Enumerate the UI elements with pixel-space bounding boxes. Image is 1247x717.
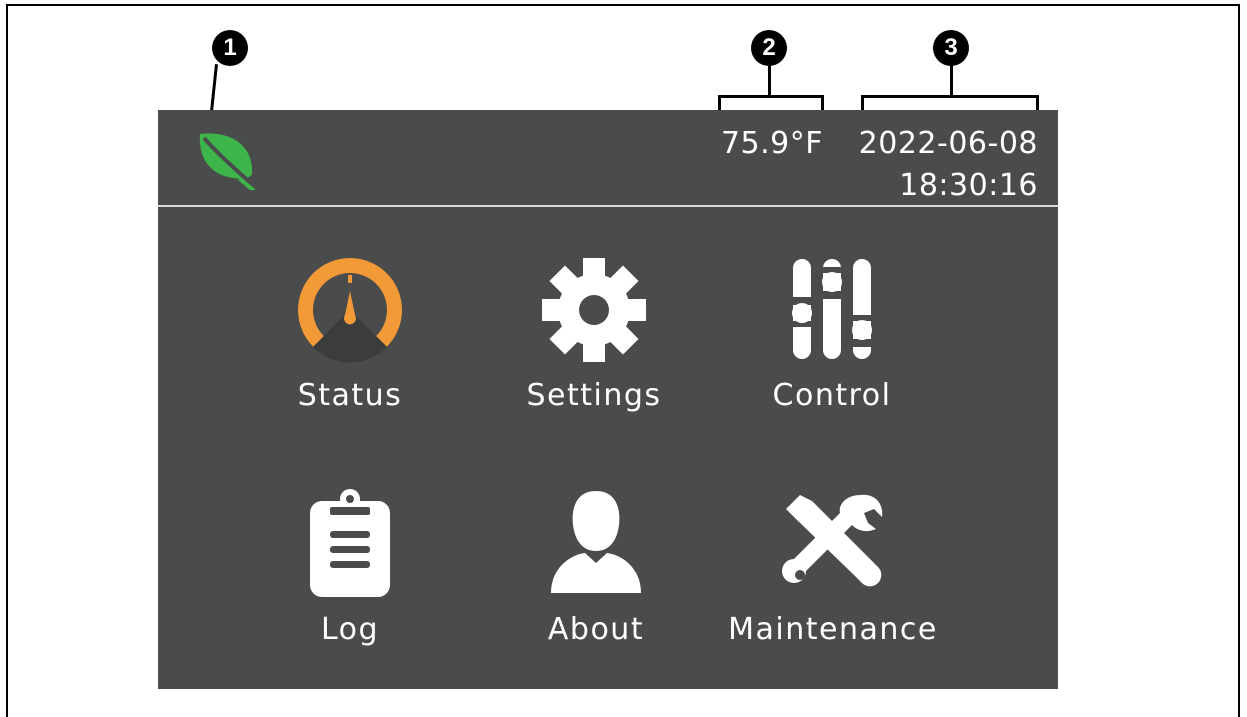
callout-2-badge: 2	[751, 30, 787, 66]
menu-tile-maintenance[interactable]: Maintenance	[728, 484, 936, 674]
menu-tile-log[interactable]: Log	[260, 484, 440, 674]
callout-2-bracket	[718, 95, 824, 98]
menu-label-status: Status	[297, 378, 403, 413]
menu-tile-status[interactable]: Status	[260, 250, 440, 440]
callout-1-badge: 1	[212, 30, 248, 66]
callout-2-bracket-left	[718, 95, 721, 111]
gear-icon	[542, 258, 646, 362]
time-readout: 18:30:16	[899, 168, 1038, 203]
callout-3-number: 3	[944, 34, 958, 61]
callout-3-bracket-left	[861, 95, 864, 111]
menu-label-settings: Settings	[526, 378, 662, 413]
menu-label-about: About	[547, 612, 645, 647]
menu-label-control: Control	[772, 378, 892, 413]
gauge-icon	[298, 258, 402, 363]
menu-tile-about[interactable]: About	[506, 484, 686, 674]
callout-3-badge: 3	[933, 30, 969, 66]
callout-2-bracket-right	[821, 95, 824, 111]
callout-3-bracket-right	[1036, 95, 1039, 111]
callout-3-stem	[950, 64, 953, 96]
device-screen: 75.9°F 2022-06-08 18:30:16 Status Settin…	[158, 110, 1058, 689]
callout-2-stem	[768, 64, 771, 96]
leaf-icon	[199, 133, 256, 190]
clipboard-icon	[310, 489, 390, 597]
tools-icon	[782, 494, 883, 587]
person-icon	[551, 491, 641, 593]
callout-2-number: 2	[762, 34, 776, 61]
sliders-icon	[789, 259, 875, 359]
menu-label-log: Log	[320, 612, 380, 647]
temperature-readout: 75.9°F	[720, 126, 823, 161]
menu-label-maintenance: Maintenance	[728, 612, 938, 647]
callout-1-number: 1	[223, 34, 237, 61]
callout-3-bracket	[861, 95, 1039, 98]
menu-tile-control[interactable]: Control	[742, 250, 922, 440]
header-divider	[158, 205, 1058, 207]
date-readout: 2022-06-08	[858, 126, 1038, 161]
menu-tile-settings[interactable]: Settings	[504, 250, 684, 440]
